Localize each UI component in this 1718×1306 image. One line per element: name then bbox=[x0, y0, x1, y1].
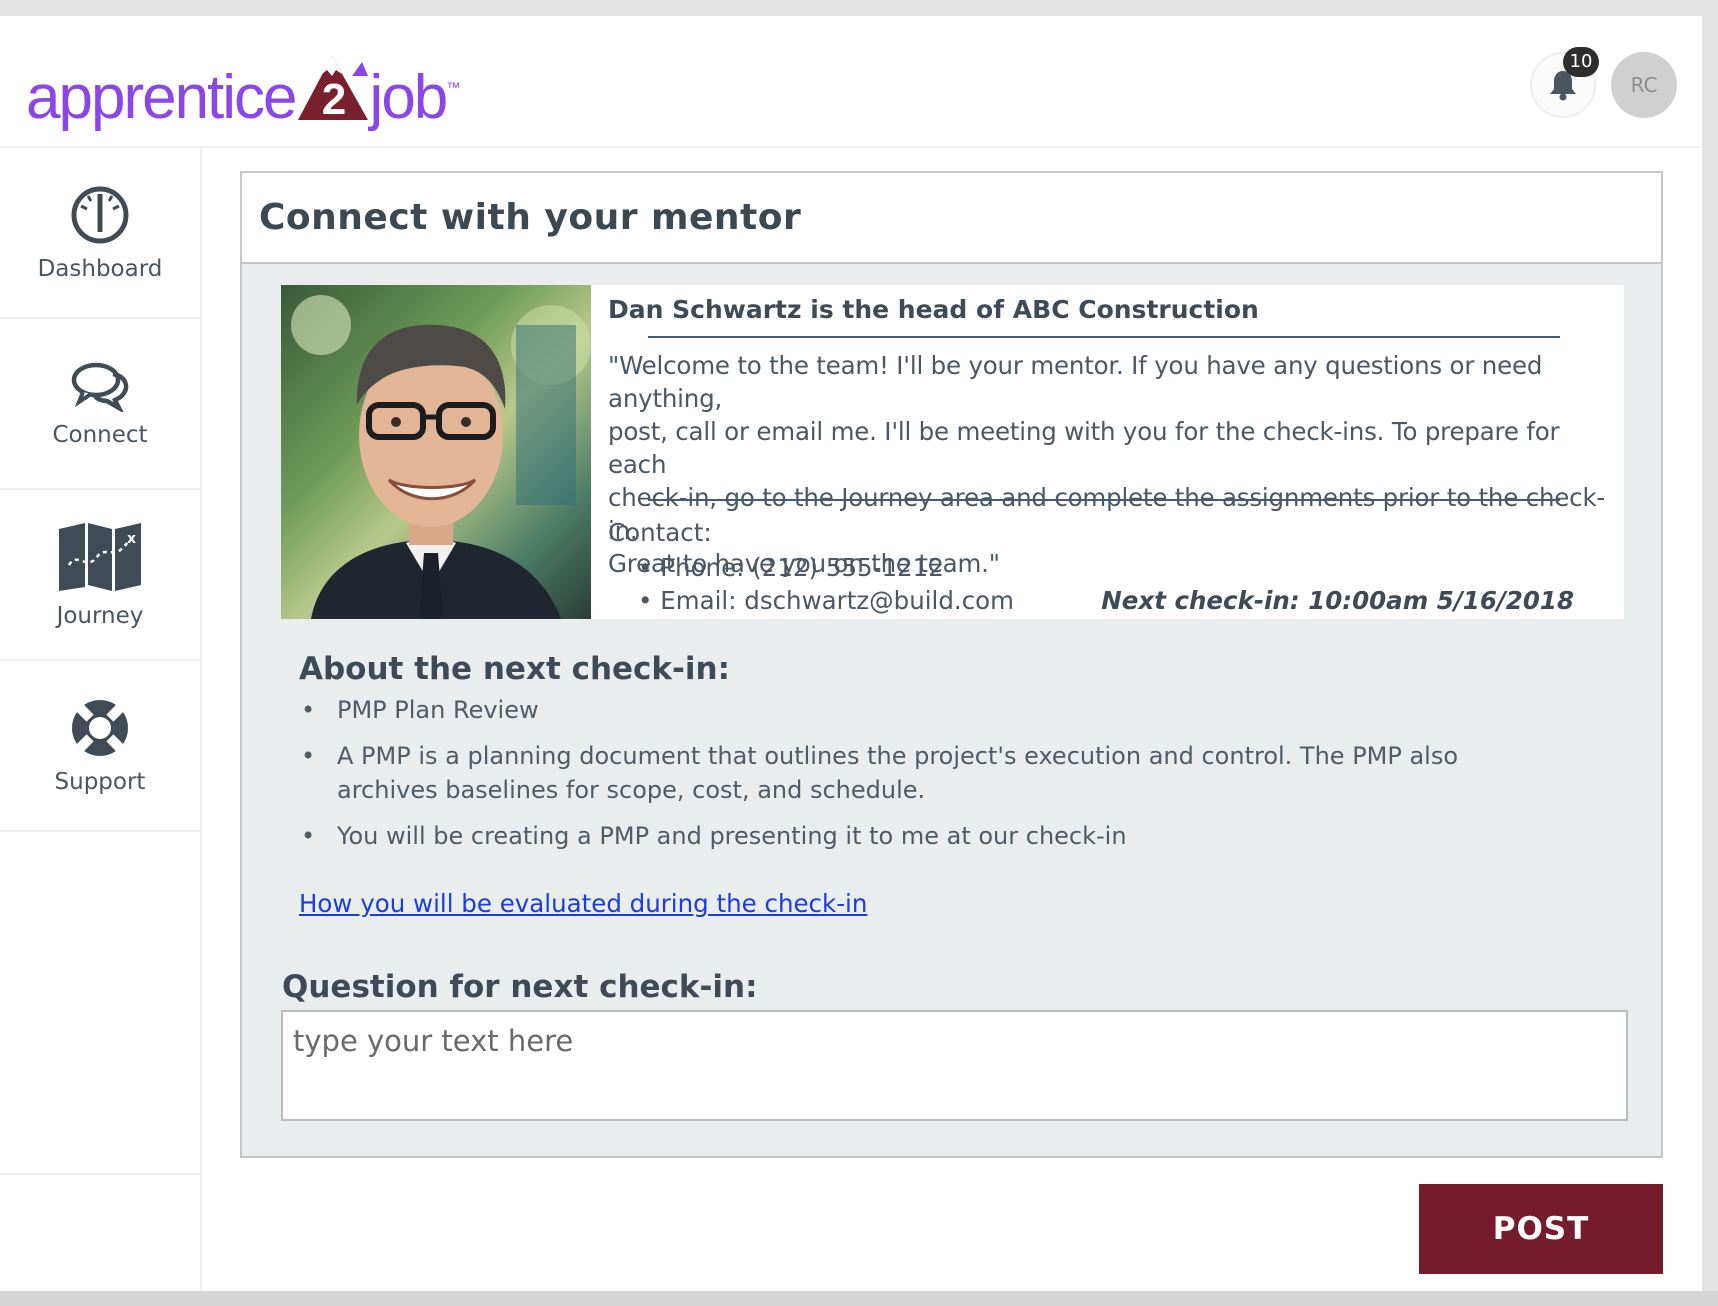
sidebar-item-label: Journey bbox=[56, 602, 144, 629]
speedometer-icon bbox=[71, 186, 129, 243]
logo-mountain-icon: 2 bbox=[296, 54, 370, 124]
contact-phone[interactable]: Phone: (212) 555-1212 bbox=[638, 551, 1014, 584]
window-bottom-edge bbox=[0, 1291, 1718, 1306]
logo-text-job: job bbox=[369, 63, 449, 132]
sidebar-item-dashboard[interactable]: Dashboard bbox=[0, 148, 200, 319]
mentor-photo bbox=[281, 285, 591, 619]
list-item: A PMP is a planning document that outlin… bbox=[299, 739, 1539, 807]
logo-number: 2 bbox=[321, 75, 344, 124]
logo-trademark: ™ bbox=[446, 79, 460, 95]
evaluation-criteria-link[interactable]: How you will be evaluated during the che… bbox=[299, 889, 867, 918]
sidebar-item-label: Dashboard bbox=[37, 255, 163, 282]
contact-label: Contact: bbox=[608, 518, 712, 547]
contact-list: Phone: (212) 555-1212 Email: dschwartz@b… bbox=[638, 551, 1014, 617]
notification-count-badge: 10 bbox=[1563, 47, 1599, 77]
page-title: Connect with your mentor bbox=[259, 197, 802, 238]
list-item: You will be creating a PMP and presentin… bbox=[299, 819, 1539, 853]
mentor-info: Dan Schwartz is the head of ABC Construc… bbox=[608, 285, 1608, 619]
mentor-welcome-quote: "Welcome to the team! I'll be your mento… bbox=[608, 349, 1608, 580]
top-bar: apprentice 2 job™ 10 RC bbox=[0, 16, 1702, 148]
svg-text:x: x bbox=[127, 531, 136, 547]
sidebar-item-journey[interactable]: x Journey bbox=[0, 490, 200, 661]
post-button[interactable]: POST bbox=[1419, 1184, 1663, 1274]
quote-line: "Welcome to the team! I'll be your mento… bbox=[608, 351, 1543, 413]
sidebar: Dashboard Connect x Journey Support bbox=[0, 148, 202, 1291]
mentor-profile: Dan Schwartz is the head of ABC Construc… bbox=[281, 285, 1624, 619]
user-avatar[interactable]: RC bbox=[1611, 52, 1677, 118]
question-label: Question for next check-in: bbox=[282, 969, 758, 1005]
app-window: apprentice 2 job™ 10 RC Dashboard Connec… bbox=[0, 16, 1702, 1291]
about-checkin-title: About the next check-in: bbox=[299, 651, 730, 687]
map-icon: x bbox=[59, 522, 141, 591]
quote-line: check-in, go to the Journey area and com… bbox=[608, 483, 1606, 545]
about-checkin-list: PMP Plan Review A PMP is a planning docu… bbox=[299, 693, 1539, 865]
mentor-heading: Dan Schwartz is the head of ABC Construc… bbox=[608, 295, 1259, 324]
question-input[interactable] bbox=[281, 1010, 1628, 1121]
sidebar-item-connect[interactable]: Connect bbox=[0, 319, 200, 490]
contact-email[interactable]: Email: dschwartz@build.com bbox=[638, 584, 1014, 617]
quote-line: post, call or email me. I'll be meeting … bbox=[608, 417, 1560, 479]
list-item: PMP Plan Review bbox=[299, 693, 1539, 727]
lifebuoy-icon bbox=[72, 699, 128, 756]
app-logo[interactable]: apprentice 2 job™ bbox=[26, 42, 486, 132]
chat-bubbles-icon bbox=[71, 362, 129, 412]
sidebar-item-support[interactable]: Support bbox=[0, 661, 200, 832]
next-checkin-time: Next check-in: 10:00am 5/16/2018 bbox=[1101, 586, 1574, 615]
mentor-card: Connect with your mentor Dan Schwartz is… bbox=[240, 171, 1663, 1158]
sidebar-spacer bbox=[0, 832, 200, 1175]
card-header: Connect with your mentor bbox=[242, 173, 1661, 264]
divider bbox=[648, 499, 1560, 501]
logo-text-apprentice: apprentice bbox=[26, 63, 298, 132]
divider bbox=[648, 336, 1560, 338]
sidebar-item-label: Connect bbox=[52, 421, 148, 448]
sidebar-item-label: Support bbox=[54, 768, 146, 795]
